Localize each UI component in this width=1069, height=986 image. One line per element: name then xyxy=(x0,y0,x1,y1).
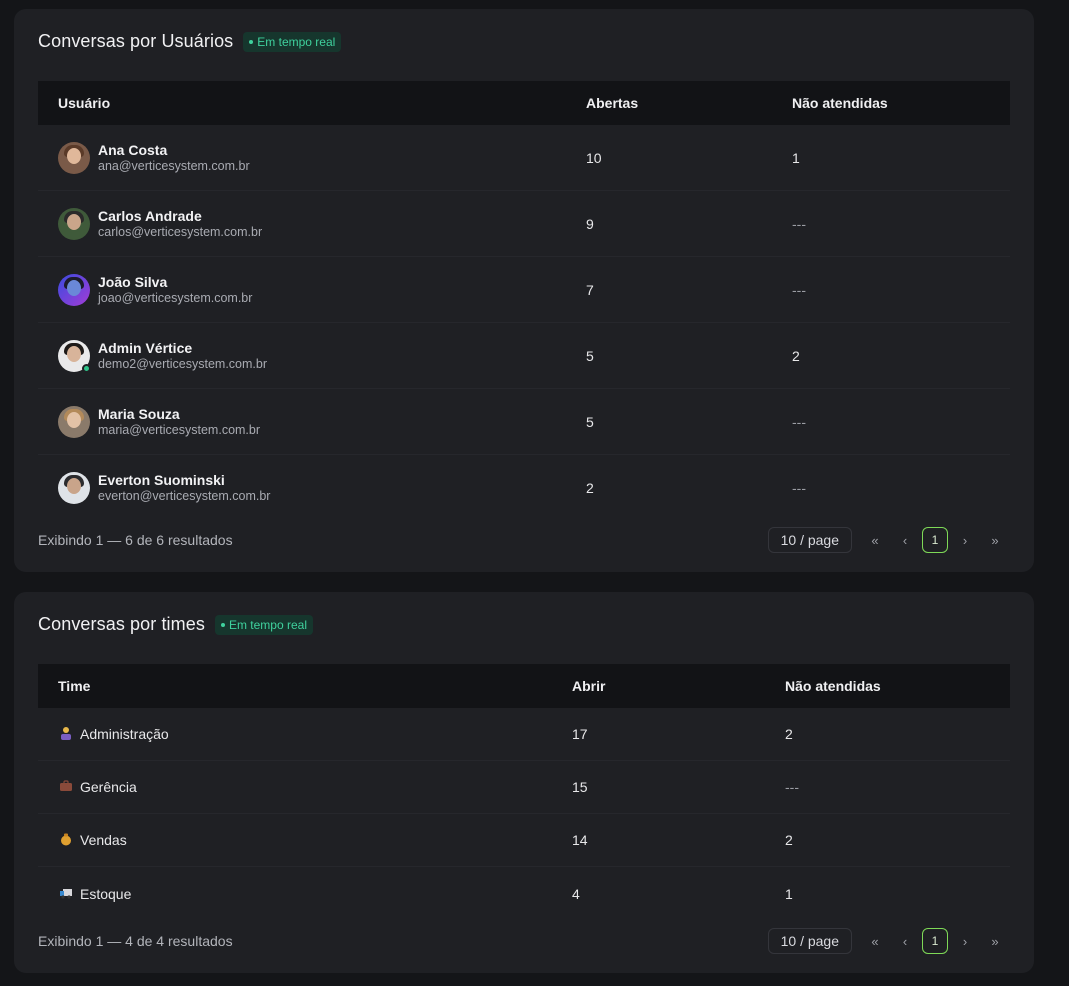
open-count: 9 xyxy=(586,215,594,232)
open-count: 15 xyxy=(572,779,588,795)
team-name: Estoque xyxy=(80,885,132,902)
avatar xyxy=(58,339,91,373)
user-email: joao@verticesystem.com.br xyxy=(98,290,253,305)
next-page-icon[interactable]: › xyxy=(950,527,980,553)
team-name: Administração xyxy=(80,726,169,742)
open-count: 2 xyxy=(586,480,594,496)
table-row[interactable]: Everton Suominski everton@verticesystem.… xyxy=(38,455,1010,521)
users-table-footer: Exibindo 1 — 6 de 6 resultados 10 / page… xyxy=(38,527,1010,553)
live-dot-icon xyxy=(249,39,254,44)
realtime-badge-label: Em tempo real xyxy=(257,34,336,49)
users-table-header: Usuário Abertas Não atendidas xyxy=(38,81,1010,125)
column-header-unattended[interactable]: Não atendidas xyxy=(792,95,1010,111)
column-header-team[interactable]: Time xyxy=(38,678,572,694)
team-name: Gerência xyxy=(80,779,137,795)
teams-card-header: Conversas por times Em tempo real xyxy=(38,614,313,635)
user-email: carlos@verticesystem.com.br xyxy=(98,224,263,239)
avatar xyxy=(58,141,90,174)
table-row[interactable]: Ana Costa ana@verticesystem.com.br 10 1 xyxy=(38,125,1010,191)
open-count: 7 xyxy=(586,281,594,298)
pagination: 10 / page « ‹ 1 › » xyxy=(767,527,1010,553)
unattended-count: 2 xyxy=(792,347,800,364)
current-page-button[interactable]: 1 xyxy=(922,527,948,553)
live-dot-icon xyxy=(220,622,225,627)
briefcase-icon xyxy=(58,779,74,795)
last-page-icon[interactable]: » xyxy=(980,527,1010,553)
first-page-icon[interactable]: « xyxy=(860,928,890,954)
user-name: Carlos Andrade xyxy=(98,207,202,224)
users-table: Usuário Abertas Não atendidas Ana Costa … xyxy=(38,81,1010,521)
avatar xyxy=(58,472,90,504)
unattended-count: 2 xyxy=(785,726,793,742)
person-icon xyxy=(58,726,74,742)
column-header-open[interactable]: Abertas xyxy=(586,95,792,111)
unattended-count: 1 xyxy=(792,149,800,166)
open-count: 5 xyxy=(586,413,594,430)
table-row[interactable]: Carlos Andrade carlos@verticesystem.com.… xyxy=(38,191,1010,257)
open-count: 14 xyxy=(572,832,588,848)
open-count: 5 xyxy=(586,347,594,364)
table-row[interactable]: Administração 17 2 xyxy=(38,708,1010,761)
user-name: Everton Suominski xyxy=(98,472,225,488)
teams-conversations-card: Conversas por times Em tempo real Time A… xyxy=(14,592,1034,973)
open-count: 17 xyxy=(572,726,588,742)
users-conversations-card: Conversas por Usuários Em tempo real Usu… xyxy=(14,9,1034,572)
teams-table: Time Abrir Não atendidas Administração 1… xyxy=(38,664,1010,920)
avatar xyxy=(58,207,90,240)
pagination: 10 / page « ‹ 1 › » xyxy=(767,928,1010,954)
column-header-unattended[interactable]: Não atendidas xyxy=(785,678,1010,694)
prev-page-icon[interactable]: ‹ xyxy=(890,928,920,954)
unattended-count: --- xyxy=(792,281,806,298)
user-email: ana@verticesystem.com.br xyxy=(98,158,250,173)
online-status-icon xyxy=(82,363,91,373)
unattended-count: --- xyxy=(792,480,806,496)
prev-page-icon[interactable]: ‹ xyxy=(890,527,920,553)
user-email: demo2@verticesystem.com.br xyxy=(98,356,267,371)
first-page-icon[interactable]: « xyxy=(860,527,890,553)
user-name: Ana Costa xyxy=(98,141,168,158)
truck-icon xyxy=(58,886,74,902)
teams-table-header: Time Abrir Não atendidas xyxy=(38,664,1010,708)
realtime-badge-label: Em tempo real xyxy=(228,617,307,632)
avatar xyxy=(58,273,90,306)
page-size-select[interactable]: 10 / page xyxy=(767,928,852,954)
user-name: João Silva xyxy=(98,273,168,290)
table-row[interactable]: Estoque 4 1 xyxy=(38,867,1010,920)
column-header-user[interactable]: Usuário xyxy=(38,95,586,111)
open-count: 4 xyxy=(572,885,580,902)
page-size-select[interactable]: 10 / page xyxy=(767,527,852,553)
unattended-count: --- xyxy=(792,215,806,232)
table-row[interactable]: Vendas 14 2 xyxy=(38,814,1010,867)
realtime-badge: Em tempo real xyxy=(214,614,313,635)
realtime-badge: Em tempo real xyxy=(243,31,342,52)
team-name: Vendas xyxy=(80,832,127,848)
users-card-header: Conversas por Usuários Em tempo real xyxy=(38,31,342,52)
table-row[interactable]: Admin Vértice demo2@verticesystem.com.br… xyxy=(38,323,1010,389)
table-row[interactable]: João Silva joao@verticesystem.com.br 7 -… xyxy=(38,257,1010,323)
unattended-count: 1 xyxy=(785,885,793,902)
teams-card-title: Conversas por times xyxy=(38,614,205,634)
user-name: Admin Vértice xyxy=(98,339,193,356)
column-header-open[interactable]: Abrir xyxy=(572,678,785,694)
current-page-button[interactable]: 1 xyxy=(922,928,948,954)
user-name: Maria Souza xyxy=(98,405,180,422)
results-summary: Exibindo 1 — 4 de 4 resultados xyxy=(38,933,233,949)
table-row[interactable]: Gerência 15 --- xyxy=(38,761,1010,814)
table-row[interactable]: Maria Souza maria@verticesystem.com.br 5… xyxy=(38,389,1010,455)
unattended-count: --- xyxy=(792,413,806,430)
last-page-icon[interactable]: » xyxy=(980,928,1010,954)
open-count: 10 xyxy=(586,149,602,166)
unattended-count: --- xyxy=(785,779,799,795)
avatar xyxy=(58,405,90,438)
user-email: everton@verticesystem.com.br xyxy=(98,489,271,503)
results-summary: Exibindo 1 — 6 de 6 resultados xyxy=(38,532,233,548)
users-card-title: Conversas por Usuários xyxy=(38,31,234,51)
next-page-icon[interactable]: › xyxy=(950,928,980,954)
user-email: maria@verticesystem.com.br xyxy=(98,422,261,437)
money-bag-icon xyxy=(58,832,74,848)
unattended-count: 2 xyxy=(785,832,793,848)
teams-table-footer: Exibindo 1 — 4 de 4 resultados 10 / page… xyxy=(38,928,1010,954)
